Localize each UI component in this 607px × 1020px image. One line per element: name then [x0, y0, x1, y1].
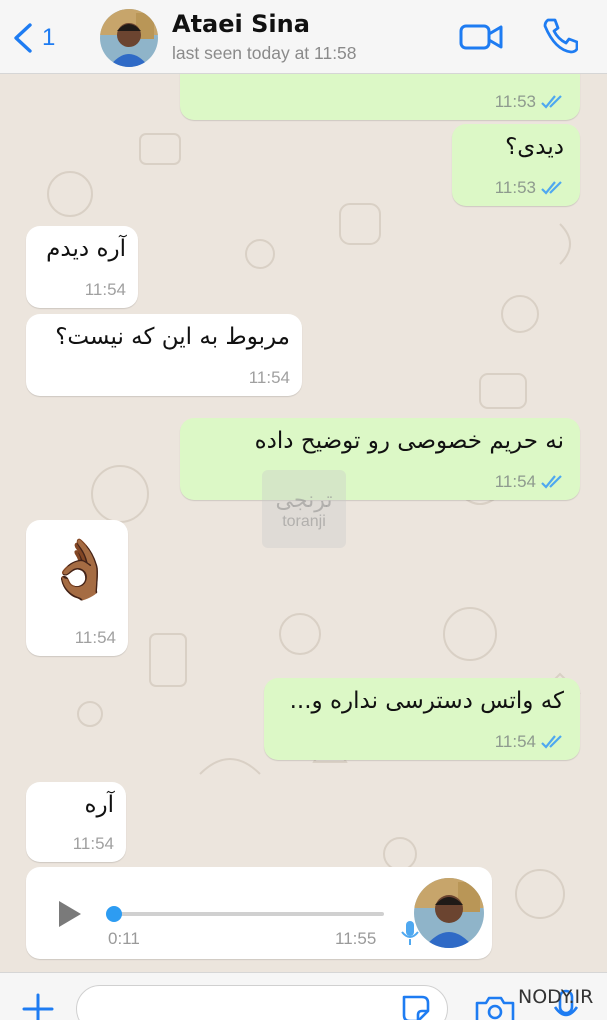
double-check-icon [541, 475, 562, 489]
watermark-line1: ترنجی [275, 487, 333, 513]
unread-count: 1 [42, 24, 56, 51]
voice-progress-track[interactable] [110, 912, 384, 916]
message-text: دیدی؟ [505, 134, 564, 160]
message-meta: 11:54 [73, 834, 114, 854]
ok-hand-emoji: 👌🏾 [44, 537, 117, 602]
message-meta: 11:54 [85, 280, 126, 300]
phone-call-icon[interactable] [540, 17, 578, 55]
message-time: 11:54 [248, 368, 290, 387]
message-text: نه حریم خصوصی رو توضیح داده [254, 428, 564, 454]
double-check-icon [541, 95, 562, 109]
message-bubble-incoming[interactable]: آره دیدم 11:54 [26, 226, 138, 308]
message-meta: 11:54 [495, 732, 568, 752]
footer-watermark: NODY.IR [518, 986, 594, 1008]
last-seen-status: last seen today at 11:58 [172, 43, 357, 63]
message-meta: 11:54 [495, 472, 568, 492]
double-check-icon [541, 735, 562, 749]
avatar-photo [100, 9, 158, 67]
message-bubble-incoming[interactable]: مربوط به این که نیست؟ 11:54 [26, 314, 302, 396]
camera-icon[interactable] [474, 993, 516, 1020]
message-input-bar [0, 972, 607, 1020]
message-meta: 11:53 [495, 92, 568, 112]
sticker-icon[interactable] [398, 991, 434, 1020]
voice-message[interactable]: 0:11 11:55 [26, 867, 492, 959]
contact-name[interactable]: Ataei Sina [172, 10, 310, 38]
message-bubble-incoming[interactable]: آره 11:54 [26, 782, 126, 862]
plus-icon[interactable] [18, 989, 58, 1020]
message-text: که واتس دسترسی نداره و... [289, 688, 564, 714]
play-icon[interactable] [56, 899, 84, 929]
watermark-line2: toranji [282, 512, 326, 530]
message-time: 11:53 [494, 92, 536, 111]
message-time: 11:55 [335, 929, 377, 948]
message-time: 11:53 [494, 178, 536, 197]
message-time: 11:54 [494, 732, 536, 751]
message-text: مربوط به این که نیست؟ [55, 324, 290, 350]
message-text: آره دیدم [46, 236, 126, 262]
message-bubble-outgoing[interactable]: دیدی؟ 11:53 [452, 124, 580, 206]
message-bubble-outgoing[interactable]: نه حریم خصوصی رو توضیح داده 11:54 [180, 418, 580, 500]
site-watermark: ترنجی toranji [262, 470, 346, 548]
message-time: 11:54 [74, 628, 116, 647]
voice-progress-handle[interactable] [106, 906, 122, 922]
message-text: آره [84, 792, 114, 818]
microphone-icon [401, 921, 419, 945]
message-meta: 11:54 [75, 628, 116, 648]
message-time: 11:54 [84, 280, 126, 299]
double-check-icon [541, 181, 562, 195]
message-bubble-outgoing[interactable]: که واتس دسترسی نداره و... 11:54 [264, 678, 580, 760]
video-call-icon[interactable] [458, 20, 504, 54]
message-text-input[interactable] [76, 985, 448, 1020]
avatar-photo [414, 878, 484, 948]
chevron-left-icon [14, 23, 32, 53]
message-meta: 11:53 [495, 178, 568, 198]
message-meta: 11:54 [249, 368, 290, 388]
message-time: 11:54 [72, 834, 114, 853]
message-bubble-incoming[interactable]: 👌🏾 11:54 [26, 520, 128, 656]
message-time: 11:54 [494, 472, 536, 491]
back-button[interactable]: 1 [10, 18, 55, 58]
contact-avatar[interactable] [100, 9, 158, 67]
sender-avatar [414, 878, 484, 948]
chat-header: 1 Ataei Sina last seen today at 11:58 [0, 0, 607, 74]
voice-duration: 0:11 [108, 929, 140, 948]
